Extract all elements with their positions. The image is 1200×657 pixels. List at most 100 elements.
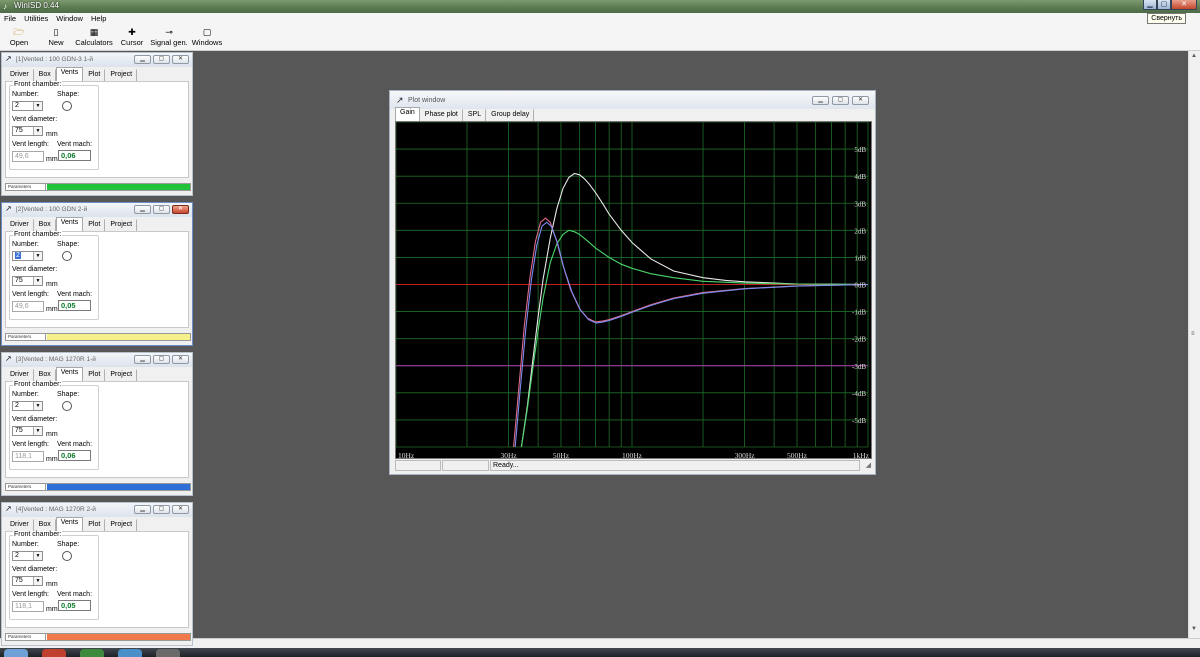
chevron-down-icon[interactable]: ▼ bbox=[33, 277, 42, 285]
chevron-down-icon[interactable]: ▼ bbox=[33, 252, 42, 260]
tab-vents[interactable]: Vents bbox=[55, 367, 84, 381]
maximize-button[interactable]: ▢ bbox=[1157, 0, 1171, 10]
vent-number-select[interactable]: 2 ▼ bbox=[12, 401, 43, 411]
project-maximize-button[interactable]: ▢ bbox=[153, 55, 170, 64]
resize-grip-icon[interactable]: ◢ bbox=[866, 461, 871, 469]
project-window[interactable]: ↗ [3]Vented : MAG 1270R 1-й ▁ ▢ ✕ Driver… bbox=[1, 352, 193, 496]
tab-phase-plot[interactable]: Phase plot bbox=[420, 109, 463, 121]
chevron-down-icon[interactable]: ▼ bbox=[33, 402, 42, 410]
vent-mach-label: Vent mach: bbox=[57, 141, 93, 148]
project-window[interactable]: ↗ [2]Vented : 100 GDN 2-й ▁ ▢ ✕ Driver Bo… bbox=[1, 202, 193, 346]
vent-diameter-select[interactable]: 75 ▼ bbox=[12, 426, 43, 436]
signal-generator-button[interactable]: ⊸ Signal gen. bbox=[150, 27, 188, 47]
project-window[interactable]: ↗ [1]Vented : 100 GDN-3 1-й ▁ ▢ ✕ Driver… bbox=[1, 52, 193, 196]
tab-box[interactable]: Box bbox=[34, 519, 56, 531]
vent-length-field[interactable]: 118,1 bbox=[12, 601, 44, 612]
tab-plot[interactable]: Plot bbox=[83, 369, 106, 381]
tab-plot[interactable]: Plot bbox=[83, 219, 106, 231]
menu-help[interactable]: Help bbox=[87, 13, 110, 25]
minimize-button[interactable]: ▁ bbox=[1143, 0, 1157, 10]
chevron-down-icon[interactable]: ▼ bbox=[33, 552, 42, 560]
project-window[interactable]: ↗ [4]Vented : MAG 1270R 2-й ▁ ▢ ✕ Driver… bbox=[1, 502, 193, 646]
plot-minimize-button[interactable]: ▁ bbox=[812, 96, 829, 105]
open-button[interactable]: 🗁 Open bbox=[6, 27, 32, 47]
shape-round-radio[interactable] bbox=[62, 401, 72, 411]
plot-maximize-button[interactable]: ▢ bbox=[832, 96, 849, 105]
chevron-down-icon[interactable]: ▼ bbox=[33, 577, 42, 585]
tab-plot[interactable]: Plot bbox=[83, 69, 106, 81]
tab-spl[interactable]: SPL bbox=[463, 109, 487, 121]
vent-diameter-select[interactable]: 75 ▼ bbox=[12, 276, 43, 286]
tab-project[interactable]: Project bbox=[105, 519, 138, 531]
tab-project[interactable]: Project bbox=[105, 219, 138, 231]
tab-gain[interactable]: Gain bbox=[395, 107, 420, 121]
tab-driver[interactable]: Driver bbox=[5, 369, 34, 381]
project-minimize-button[interactable]: ▁ bbox=[134, 355, 151, 364]
gain-plot[interactable]: 5dB 4dB 3dB 2dB 1dB 0dB -1dB -2dB -3dB -4dB -5dB 10… bbox=[395, 121, 872, 460]
tab-plot[interactable]: Plot bbox=[83, 519, 106, 531]
taskbar-app-icon[interactable] bbox=[156, 649, 180, 657]
project-maximize-button[interactable]: ▢ bbox=[153, 205, 170, 214]
project-maximize-button[interactable]: ▢ bbox=[153, 355, 170, 364]
vent-number-select[interactable]: 2 ▼ bbox=[12, 251, 43, 261]
tab-box[interactable]: Box bbox=[34, 69, 56, 81]
menu-file[interactable]: File bbox=[0, 13, 20, 25]
shape-round-radio[interactable] bbox=[62, 251, 72, 261]
tab-project[interactable]: Project bbox=[105, 369, 138, 381]
vent-length-field[interactable]: 49,6 bbox=[12, 301, 44, 312]
vent-number-select[interactable]: 2 ▼ bbox=[12, 101, 43, 111]
tab-vents[interactable]: Vents bbox=[55, 67, 84, 81]
number-label: Number: bbox=[12, 91, 39, 98]
series-line bbox=[513, 217, 869, 448]
vent-length-field[interactable]: 118,1 bbox=[12, 451, 44, 462]
tab-box[interactable]: Box bbox=[34, 219, 56, 231]
project-minimize-button[interactable]: ▁ bbox=[134, 55, 151, 64]
project-close-button[interactable]: ✕ bbox=[172, 355, 189, 364]
scroll-up-icon[interactable]: ▲ bbox=[1191, 53, 1197, 59]
project-close-button[interactable]: ✕ bbox=[172, 55, 189, 64]
tab-driver[interactable]: Driver bbox=[5, 69, 34, 81]
project-maximize-button[interactable]: ▢ bbox=[153, 505, 170, 514]
shape-round-radio[interactable] bbox=[62, 101, 72, 111]
vertical-scrollbar[interactable]: ▲ ≡ ▼ bbox=[1188, 51, 1200, 638]
project-window-title-bar[interactable]: ↗ [3]Vented : MAG 1270R 1-й ▁ ▢ ✕ bbox=[2, 353, 192, 367]
cursor-button[interactable]: ✚ Cursor bbox=[119, 27, 145, 47]
plot-window[interactable]: ↗ Plot window ▁ ▢ ✕ Gain Phase plot SPL … bbox=[389, 90, 876, 475]
tab-vents[interactable]: Vents bbox=[55, 217, 84, 231]
start-button-icon[interactable] bbox=[4, 649, 28, 657]
close-button[interactable]: ✕ bbox=[1171, 0, 1197, 10]
vent-length-field[interactable]: 49,6 bbox=[12, 151, 44, 162]
vent-number-select[interactable]: 2 ▼ bbox=[12, 551, 43, 561]
tab-group-delay[interactable]: Group delay bbox=[486, 109, 535, 121]
vent-diameter-select[interactable]: 75 ▼ bbox=[12, 576, 43, 586]
tab-driver[interactable]: Driver bbox=[5, 219, 34, 231]
windows-button[interactable]: ▢ Windows bbox=[191, 27, 223, 47]
project-window-title-bar[interactable]: ↗ [1]Vented : 100 GDN-3 1-й ▁ ▢ ✕ bbox=[2, 53, 192, 67]
scroll-down-icon[interactable]: ▼ bbox=[1191, 626, 1197, 632]
calculators-button[interactable]: ▦ Calculators bbox=[75, 27, 113, 47]
taskbar-app-icon[interactable] bbox=[80, 649, 104, 657]
chevron-down-icon[interactable]: ▼ bbox=[33, 427, 42, 435]
project-minimize-button[interactable]: ▁ bbox=[134, 205, 151, 214]
plot-close-button[interactable]: ✕ bbox=[852, 96, 869, 105]
project-close-button[interactable]: ✕ bbox=[172, 205, 189, 214]
project-window-title-bar[interactable]: ↗ [2]Vented : 100 GDN 2-й ▁ ▢ ✕ bbox=[2, 203, 192, 217]
new-button[interactable]: ▯ New bbox=[44, 27, 68, 47]
tab-driver[interactable]: Driver bbox=[5, 519, 34, 531]
project-window-title-bar[interactable]: ↗ [4]Vented : MAG 1270R 2-й ▁ ▢ ✕ bbox=[2, 503, 192, 517]
shape-round-radio[interactable] bbox=[62, 551, 72, 561]
tab-box[interactable]: Box bbox=[34, 369, 56, 381]
chevron-down-icon[interactable]: ▼ bbox=[33, 127, 42, 135]
plot-window-title-bar[interactable]: ↗ Plot window ▁ ▢ ✕ bbox=[390, 91, 875, 109]
menu-window[interactable]: Window bbox=[52, 13, 87, 25]
vent-diameter-select[interactable]: 75 ▼ bbox=[12, 126, 43, 136]
taskbar-app-icon[interactable] bbox=[42, 649, 66, 657]
project-minimize-button[interactable]: ▁ bbox=[134, 505, 151, 514]
tab-project[interactable]: Project bbox=[105, 69, 138, 81]
menu-utilities[interactable]: Utilities bbox=[20, 13, 52, 25]
project-close-button[interactable]: ✕ bbox=[172, 505, 189, 514]
taskbar-app-icon[interactable] bbox=[118, 649, 142, 657]
chevron-down-icon[interactable]: ▼ bbox=[33, 102, 42, 110]
scroll-thumb-icon[interactable]: ≡ bbox=[1191, 331, 1195, 337]
tab-vents[interactable]: Vents bbox=[55, 517, 84, 531]
